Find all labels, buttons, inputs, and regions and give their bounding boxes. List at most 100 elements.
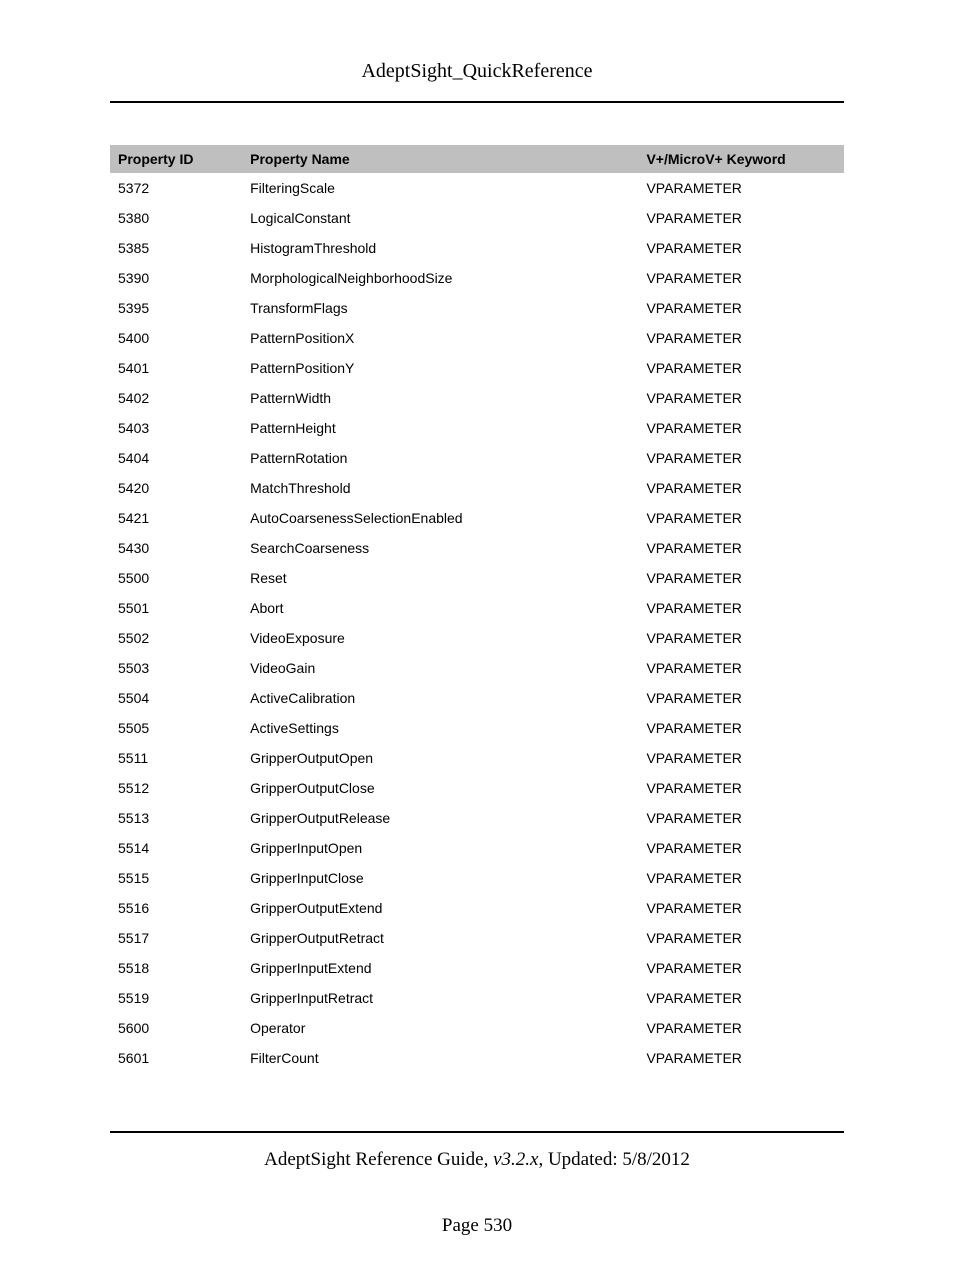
cell-keyword: VPARAMETER (638, 923, 844, 953)
cell-keyword: VPARAMETER (638, 863, 844, 893)
table-row: 5380LogicalConstantVPARAMETER (110, 203, 844, 233)
cell-property-name: PatternPositionX (242, 323, 638, 353)
cell-property-name: Reset (242, 563, 638, 593)
cell-keyword: VPARAMETER (638, 293, 844, 323)
cell-property-name: ActiveSettings (242, 713, 638, 743)
table-row: 5512GripperOutputCloseVPARAMETER (110, 773, 844, 803)
footer-citation: AdeptSight Reference Guide, v3.2.x, Upda… (110, 1149, 844, 1171)
cell-property-name: MorphologicalNeighborhoodSize (242, 263, 638, 293)
footer-guide-name: AdeptSight Reference Guide (264, 1149, 483, 1170)
cell-keyword: VPARAMETER (638, 503, 844, 533)
cell-property-id: 5421 (110, 503, 242, 533)
cell-keyword: VPARAMETER (638, 383, 844, 413)
cell-property-name: GripperOutputOpen (242, 743, 638, 773)
cell-property-id: 5515 (110, 863, 242, 893)
cell-keyword: VPARAMETER (638, 473, 844, 503)
col-header-property-name: Property Name (242, 145, 638, 173)
cell-property-id: 5518 (110, 953, 242, 983)
cell-property-id: 5501 (110, 593, 242, 623)
cell-keyword: VPARAMETER (638, 773, 844, 803)
cell-keyword: VPARAMETER (638, 203, 844, 233)
table-row: 5430SearchCoarsenessVPARAMETER (110, 533, 844, 563)
table-row: 5502VideoExposureVPARAMETER (110, 623, 844, 653)
table-header-row: Property ID Property Name V+/MicroV+ Key… (110, 145, 844, 173)
table-row: 5372FilteringScaleVPARAMETER (110, 173, 844, 203)
cell-property-name: MatchThreshold (242, 473, 638, 503)
table-row: 5504ActiveCalibrationVPARAMETER (110, 683, 844, 713)
cell-property-id: 5504 (110, 683, 242, 713)
table-row: 5500ResetVPARAMETER (110, 563, 844, 593)
cell-property-name: HistogramThreshold (242, 233, 638, 263)
cell-keyword: VPARAMETER (638, 893, 844, 923)
cell-property-id: 5400 (110, 323, 242, 353)
table-row: 5518GripperInputExtendVPARAMETER (110, 953, 844, 983)
cell-keyword: VPARAMETER (638, 173, 844, 203)
cell-property-id: 5390 (110, 263, 242, 293)
cell-property-name: FilterCount (242, 1043, 638, 1073)
cell-keyword: VPARAMETER (638, 323, 844, 353)
cell-property-name: VideoExposure (242, 623, 638, 653)
table-row: 5517GripperOutputRetractVPARAMETER (110, 923, 844, 953)
cell-property-name: PatternWidth (242, 383, 638, 413)
cell-property-name: GripperInputOpen (242, 833, 638, 863)
cell-property-name: PatternHeight (242, 413, 638, 443)
footer-updated: , Updated: 5/8/2012 (538, 1149, 689, 1170)
cell-property-name: PatternPositionY (242, 353, 638, 383)
table-row: 5401PatternPositionYVPARAMETER (110, 353, 844, 383)
cell-keyword: VPARAMETER (638, 983, 844, 1013)
table-row: 5403PatternHeightVPARAMETER (110, 413, 844, 443)
cell-property-id: 5503 (110, 653, 242, 683)
table-row: 5501AbortVPARAMETER (110, 593, 844, 623)
cell-property-id: 5502 (110, 623, 242, 653)
cell-property-name: TransformFlags (242, 293, 638, 323)
cell-keyword: VPARAMETER (638, 743, 844, 773)
cell-property-name: GripperOutputRetract (242, 923, 638, 953)
table-row: 5390MorphologicalNeighborhoodSizeVPARAME… (110, 263, 844, 293)
table-row: 5515GripperInputCloseVPARAMETER (110, 863, 844, 893)
cell-property-id: 5420 (110, 473, 242, 503)
table-row: 5402PatternWidthVPARAMETER (110, 383, 844, 413)
table-row: 5421AutoCoarsenessSelectionEnabledVPARAM… (110, 503, 844, 533)
cell-property-id: 5403 (110, 413, 242, 443)
col-header-property-id: Property ID (110, 145, 242, 173)
cell-keyword: VPARAMETER (638, 713, 844, 743)
property-table: Property ID Property Name V+/MicroV+ Key… (110, 145, 844, 1073)
table-row: 5511GripperOutputOpenVPARAMETER (110, 743, 844, 773)
cell-property-name: GripperOutputClose (242, 773, 638, 803)
table-row: 5420MatchThresholdVPARAMETER (110, 473, 844, 503)
cell-property-id: 5430 (110, 533, 242, 563)
cell-keyword: VPARAMETER (638, 263, 844, 293)
cell-property-id: 5404 (110, 443, 242, 473)
cell-property-id: 5600 (110, 1013, 242, 1043)
cell-property-name: PatternRotation (242, 443, 638, 473)
table-row: 5600OperatorVPARAMETER (110, 1013, 844, 1043)
table-row: 5601FilterCountVPARAMETER (110, 1043, 844, 1073)
cell-keyword: VPARAMETER (638, 653, 844, 683)
table-row: 5514GripperInputOpenVPARAMETER (110, 833, 844, 863)
table-row: 5400PatternPositionXVPARAMETER (110, 323, 844, 353)
cell-property-name: GripperInputClose (242, 863, 638, 893)
cell-property-name: VideoGain (242, 653, 638, 683)
cell-keyword: VPARAMETER (638, 953, 844, 983)
cell-keyword: VPARAMETER (638, 413, 844, 443)
table-row: 5503VideoGainVPARAMETER (110, 653, 844, 683)
cell-property-id: 5505 (110, 713, 242, 743)
cell-keyword: VPARAMETER (638, 443, 844, 473)
cell-property-id: 5519 (110, 983, 242, 1013)
footer-version: , v3.2.x (484, 1149, 539, 1170)
cell-property-name: GripperOutputExtend (242, 893, 638, 923)
cell-keyword: VPARAMETER (638, 833, 844, 863)
cell-keyword: VPARAMETER (638, 623, 844, 653)
cell-property-id: 5500 (110, 563, 242, 593)
table-row: 5395TransformFlagsVPARAMETER (110, 293, 844, 323)
cell-keyword: VPARAMETER (638, 1043, 844, 1073)
cell-property-id: 5601 (110, 1043, 242, 1073)
cell-keyword: VPARAMETER (638, 563, 844, 593)
cell-property-id: 5516 (110, 893, 242, 923)
cell-property-id: 5514 (110, 833, 242, 863)
cell-property-name: GripperInputExtend (242, 953, 638, 983)
cell-property-name: GripperOutputRelease (242, 803, 638, 833)
table-row: 5505ActiveSettingsVPARAMETER (110, 713, 844, 743)
cell-property-id: 5372 (110, 173, 242, 203)
col-header-keyword: V+/MicroV+ Keyword (638, 145, 844, 173)
